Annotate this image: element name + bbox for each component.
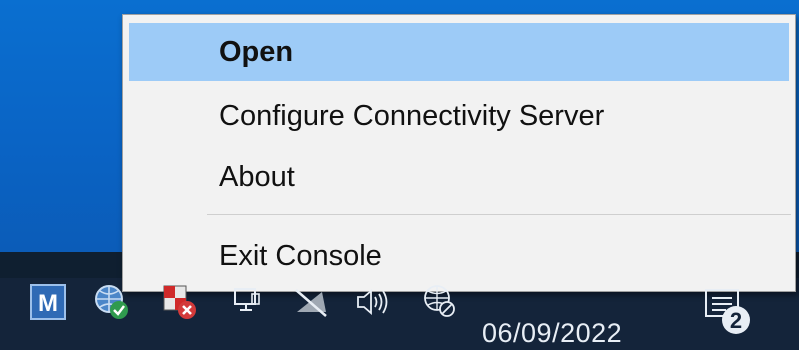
menu-item-about[interactable]: About [129,148,789,206]
notification-center-icon[interactable]: 2 [700,282,760,342]
menu-item-label: About [219,160,295,193]
globe-blocked-icon[interactable] [420,282,460,322]
menu-item-label: Configure Connectivity Server [219,99,605,132]
clock-date[interactable]: 06/09/2022 [482,318,622,349]
menu-item-label: Exit Console [219,239,382,272]
menu-item-exit-console[interactable]: Exit Console [129,227,789,285]
network-check-icon[interactable] [92,282,132,322]
volume-icon[interactable] [352,282,392,322]
menu-item-configure-connectivity-server[interactable]: Configure Connectivity Server [129,87,789,145]
context-menu: Open Configure Connectivity Server About… [122,14,796,292]
notification-count-badge: 2 [730,308,742,333]
menu-item-label: Open [219,35,294,68]
menu-item-open[interactable]: Open [129,23,789,81]
m-app-icon[interactable]: M [28,282,68,322]
menu-separator [207,214,791,215]
network-disabled-icon[interactable] [292,282,332,322]
security-alert-icon[interactable] [160,282,200,322]
m-app-letter: M [38,290,58,317]
monitor-icon[interactable] [228,282,268,322]
